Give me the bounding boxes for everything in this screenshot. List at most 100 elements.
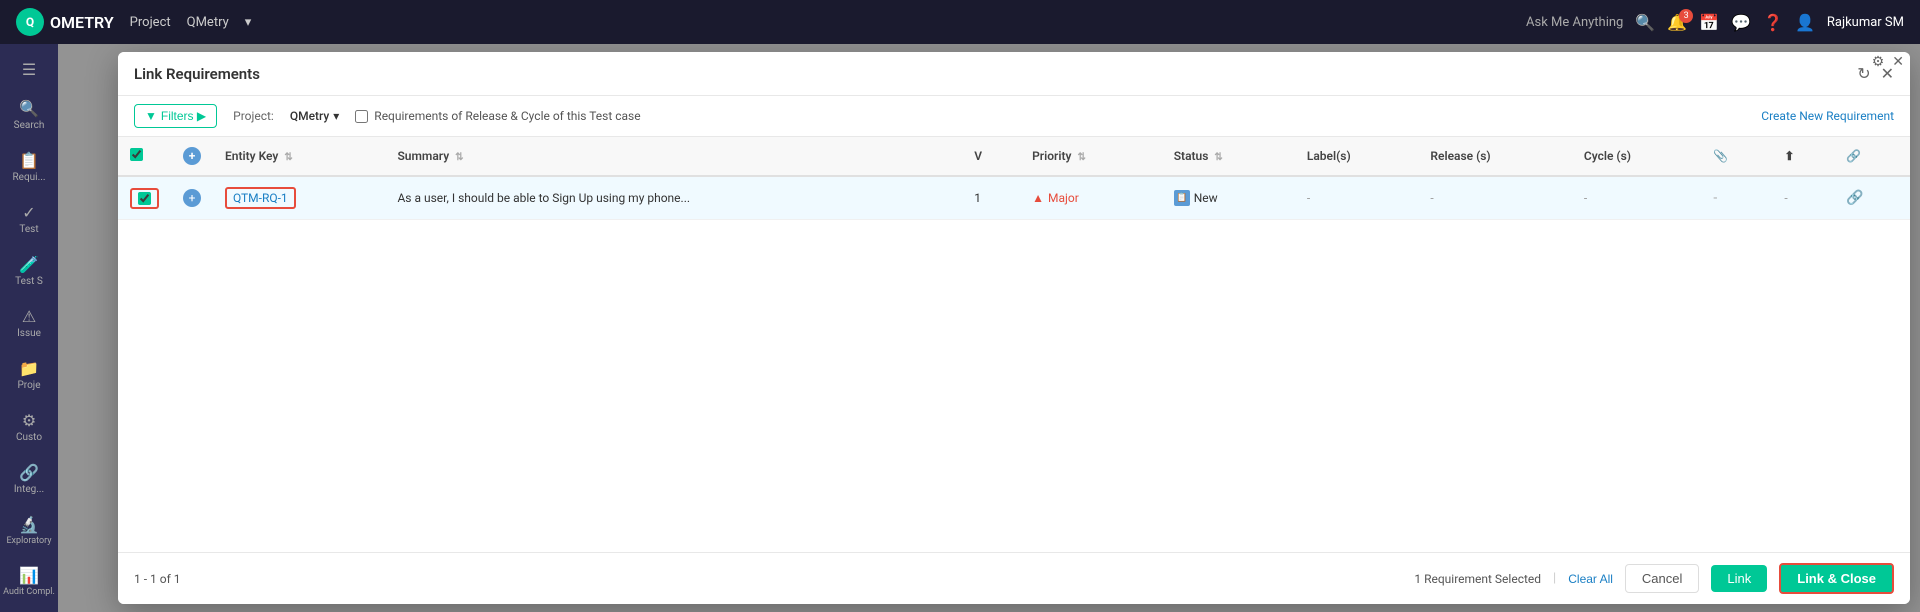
chat-icon[interactable]: 💬 [1731, 13, 1751, 32]
th-release: Release (s) [1418, 137, 1572, 176]
modal-header: Link Requirements ↻ ✕ [118, 52, 1910, 96]
project-label: Project: [233, 109, 274, 123]
th-up: ⬆ [1772, 137, 1834, 176]
table-header: + Entity Key ⇅ Summary ⇅ V [118, 137, 1910, 176]
clear-all-button[interactable]: Clear All [1568, 572, 1613, 586]
panel-settings-icon[interactable]: ⚙ [1872, 54, 1885, 70]
nav-right-area: Ask Me Anything 🔍 🔔 3 📅 💬 ❓ 👤 Rajkumar S… [1526, 13, 1904, 32]
th-cycle: Cycle (s) [1572, 137, 1702, 176]
calendar-icon[interactable]: 📅 [1699, 13, 1719, 32]
sidebar: ☰ 🔍 Search 📋 Requi... ✓ Test 🧪 Test S ⚠ … [0, 44, 58, 612]
sidebar-item-exploratory[interactable]: 🔬 Exploratory [0, 507, 58, 554]
project-dropdown-icon: ▾ [333, 109, 339, 123]
panel-close-icon[interactable]: ✕ [1892, 54, 1904, 70]
nav-dropdown-icon[interactable]: ▾ [245, 15, 252, 30]
footer-right-actions: 1 Requirement Selected | Clear All Cance… [1414, 563, 1894, 594]
th-add: + [171, 137, 213, 176]
help-icon[interactable]: ❓ [1763, 13, 1783, 32]
logo-icon: Q [16, 8, 44, 36]
search-label: Ask Me Anything [1526, 15, 1623, 30]
sidebar-item-requirements[interactable]: 📋 Requi... [0, 143, 58, 191]
sidebar-item-custom[interactable]: ⚙ Custo [0, 403, 58, 451]
row-attach-cell: - [1701, 176, 1772, 220]
th-priority: Priority ⇅ [1020, 137, 1162, 176]
user-avatar[interactable]: 👤 [1795, 13, 1815, 32]
sort-status-icon[interactable]: ⇅ [1214, 152, 1222, 163]
summary-value: As a user, I should be able to Sign Up u… [397, 191, 690, 205]
v-value: 1 [974, 191, 981, 205]
sidebar-item-projects[interactable]: 📁 Proje [0, 351, 58, 399]
cancel-button[interactable]: Cancel [1625, 564, 1699, 593]
entity-key-value[interactable]: QTM-RQ-1 [225, 187, 296, 209]
row-status-cell: 📋 New [1162, 176, 1295, 220]
sort-entity-key-icon[interactable]: ⇅ [284, 152, 292, 163]
row-release-cell: - [1418, 176, 1572, 220]
sidebar-item-menu[interactable]: ☰ [0, 52, 58, 87]
notification-badge: 3 [1679, 9, 1693, 23]
priority-value: ▲ Major [1032, 191, 1150, 205]
release-cycle-checkbox[interactable] [355, 110, 368, 123]
app-logo: Q OMETRY [16, 8, 114, 36]
status-value: 📋 New [1174, 190, 1283, 206]
logo-text: OMETRY [50, 13, 114, 32]
th-status: Status ⇅ [1162, 137, 1295, 176]
row-cycle-cell: - [1572, 176, 1702, 220]
footer-divider: | [1553, 571, 1556, 586]
row-link-cell[interactable]: 🔗 [1834, 176, 1910, 220]
refresh-icon[interactable]: ↻ [1857, 64, 1870, 83]
th-checkbox [118, 137, 171, 176]
integrations-icon: 🔗 [19, 463, 39, 482]
sort-summary-icon[interactable]: ⇅ [455, 152, 463, 163]
add-row-button[interactable]: + [183, 147, 201, 165]
row-up-cell: - [1772, 176, 1834, 220]
th-entity-key: Entity Key ⇅ [213, 137, 385, 176]
sidebar-label-audit: Audit Compl. [3, 587, 55, 597]
search-icon[interactable]: 🔍 [1635, 13, 1655, 32]
test-icon: ✓ [22, 203, 35, 222]
select-all-checkbox[interactable] [130, 148, 143, 161]
sort-priority-icon[interactable]: ⇅ [1077, 152, 1085, 163]
nav-project[interactable]: Project [130, 15, 171, 30]
th-v: V [962, 137, 1020, 176]
requirements-table: + Entity Key ⇅ Summary ⇅ V [118, 137, 1910, 220]
right-panel-icons: ⚙ ✕ [1872, 54, 1904, 70]
sidebar-label-explor: Exploratory [6, 536, 51, 546]
sidebar-item-test[interactable]: ✓ Test [0, 195, 58, 243]
row-add-button[interactable]: + [183, 189, 201, 207]
sidebar-label-integ: Integ... [14, 484, 44, 495]
nav-qmetry[interactable]: QMetry [187, 15, 229, 30]
sidebar-item-test-suite[interactable]: 🧪 Test S [0, 247, 58, 295]
release-cycle-label: Requirements of Release & Cycle of this … [374, 109, 640, 123]
table-row: + QTM-RQ-1 As a user, I should be able t… [118, 176, 1910, 220]
project-selector[interactable]: QMetry ▾ [290, 109, 339, 123]
th-summary: Summary ⇅ [385, 137, 962, 176]
row-labels-cell: - [1295, 176, 1419, 220]
create-requirement-link[interactable]: Create New Requirement [1761, 109, 1894, 123]
sidebar-label-search: Search [14, 120, 45, 131]
sidebar-label-test-s: Test S [15, 276, 43, 287]
row-summary-cell: As a user, I should be able to Sign Up u… [385, 176, 962, 220]
requirements-icon: 📋 [19, 151, 39, 170]
filter-label: Filters ▶ [161, 109, 206, 123]
modal-title: Link Requirements [134, 65, 260, 83]
link-close-button[interactable]: Link & Close [1779, 563, 1894, 594]
link-button[interactable]: Link [1711, 565, 1767, 592]
issues-icon: ⚠ [22, 307, 36, 326]
sidebar-item-issues[interactable]: ⚠ Issue [0, 299, 58, 347]
filter-button[interactable]: ▼ Filters ▶ [134, 104, 217, 128]
user-name: Rajkumar SM [1827, 15, 1904, 30]
sidebar-label-requ: Requi... [12, 172, 45, 183]
sidebar-item-audit[interactable]: 📊 Audit Compl. [0, 558, 58, 605]
row-checkbox[interactable] [138, 192, 151, 205]
menu-icon: ☰ [22, 60, 36, 79]
notification-wrapper[interactable]: 🔔 3 [1667, 13, 1687, 32]
status-new-icon: 📋 [1174, 190, 1190, 206]
row-checkbox-wrapper [130, 188, 159, 209]
sidebar-item-search[interactable]: 🔍 Search [0, 91, 58, 139]
sidebar-item-integrations[interactable]: 🔗 Integ... [0, 455, 58, 503]
row-v-cell: 1 [962, 176, 1020, 220]
projects-icon: 📁 [19, 359, 39, 378]
modal-footer: 1 - 1 of 1 1 Requirement Selected | Clea… [118, 552, 1910, 604]
filter-icon: ▼ [145, 109, 157, 123]
row-priority-cell: ▲ Major [1020, 176, 1162, 220]
